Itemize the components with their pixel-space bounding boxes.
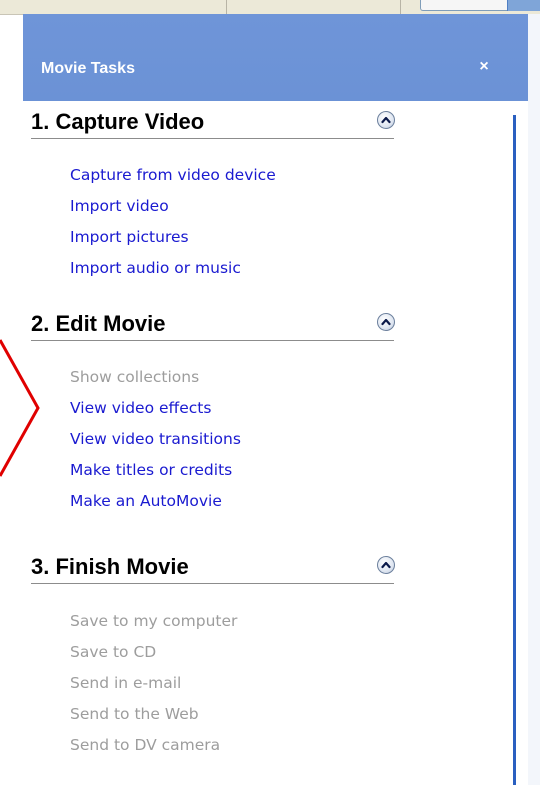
chevron-up-icon[interactable]: [377, 313, 395, 331]
divider: [226, 0, 227, 14]
task-link-import-audio-or-music[interactable]: Import audio or music: [70, 259, 241, 277]
task-link-view-video-transitions[interactable]: View video transitions: [70, 430, 241, 448]
pane-title: Movie Tasks: [41, 60, 135, 77]
toolbar-control[interactable]: [420, 0, 512, 11]
task-link-import-pictures[interactable]: Import pictures: [70, 228, 189, 246]
section-title: 1. Capture Video: [31, 109, 205, 134]
task-link-import-video[interactable]: Import video: [70, 197, 169, 215]
task-link-show-collections: Show collections: [70, 368, 200, 386]
section-header-capture-video[interactable]: 1. Capture Video: [31, 104, 395, 139]
section-header-edit-movie[interactable]: 2. Edit Movie: [31, 306, 395, 341]
task-link-make-an-automovie[interactable]: Make an AutoMovie: [70, 492, 222, 510]
task-link-capture-from-video-device[interactable]: Capture from video device: [70, 166, 276, 184]
task-link-view-video-effects[interactable]: View video effects: [70, 399, 211, 417]
section-finish-movie: 3. Finish Movie Save to my computer Save…: [31, 549, 395, 754]
callout-arrow: [0, 339, 40, 477]
close-icon[interactable]: ×: [473, 56, 495, 78]
pane-right-border: [513, 115, 516, 785]
divider: [400, 0, 401, 14]
window-top-strip: [0, 0, 540, 15]
task-link-save-to-my-computer: Save to my computer: [70, 612, 238, 630]
screenshot-frame: Movie Tasks × 1. Capture Video Capture f…: [0, 0, 540, 785]
section-edit-movie: 2. Edit Movie Show collections View vide…: [31, 306, 395, 510]
task-link-make-titles-or-credits[interactable]: Make titles or credits: [70, 461, 232, 479]
section-title: 2. Edit Movie: [31, 311, 166, 336]
section-header-finish-movie[interactable]: 3. Finish Movie: [31, 549, 395, 584]
task-link-send-to-the-web: Send to the Web: [70, 705, 199, 723]
movie-tasks-pane: Movie Tasks × 1. Capture Video Capture f…: [23, 14, 528, 785]
task-link-send-in-email: Send in e-mail: [70, 674, 182, 692]
toolbar-tab[interactable]: [507, 0, 540, 11]
section-title: 3. Finish Movie: [31, 554, 189, 579]
task-link-send-to-dv-camera: Send to DV camera: [70, 736, 221, 754]
pane-header: Movie Tasks ×: [23, 14, 528, 101]
task-link-save-to-cd: Save to CD: [70, 643, 157, 661]
chevron-up-icon[interactable]: [377, 556, 395, 574]
chevron-up-icon[interactable]: [377, 111, 395, 129]
section-capture-video: 1. Capture Video Capture from video devi…: [31, 104, 395, 277]
